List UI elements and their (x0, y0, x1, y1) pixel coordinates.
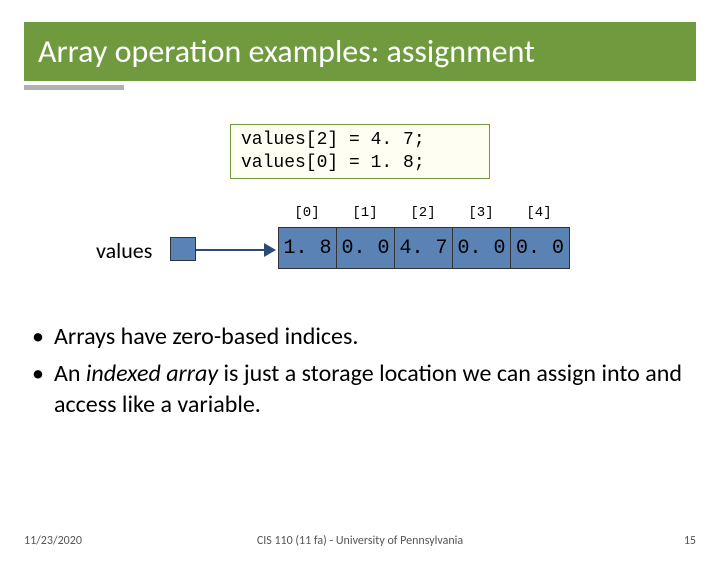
footer-source: CIS 110 (11 fa) - University of Pennsylv… (257, 534, 463, 548)
arrow-head-icon (264, 243, 276, 257)
bullet-text: Arrays have zero-based indices. (54, 322, 358, 351)
array-cell: 0. 0 (337, 228, 395, 268)
index-label: [4] (510, 205, 568, 221)
bullet-item: An indexed array is just a storage locat… (32, 358, 688, 420)
array-cell: 0. 0 (453, 228, 511, 268)
index-label: [3] (452, 205, 510, 221)
variable-box (170, 237, 196, 261)
bullet-italic: indexed array (86, 359, 218, 388)
index-label: [2] (394, 205, 452, 221)
array-cell: 1. 8 (279, 228, 337, 268)
bullet-list: Arrays have zero-based indices. An index… (32, 321, 688, 421)
slide-title: Array operation examples: assignment (38, 32, 682, 71)
footer-page-number: 15 (684, 534, 696, 548)
cells-row: 1. 8 0. 0 4. 7 0. 0 0. 0 (278, 227, 570, 269)
bullet-item: Arrays have zero-based indices. (32, 321, 688, 352)
title-underline (24, 85, 124, 90)
footer-date: 11/23/2020 (24, 534, 82, 548)
index-label: [0] (278, 205, 336, 221)
title-bar: Array operation examples: assignment (24, 22, 696, 81)
bullet-text: An (54, 359, 86, 388)
array-cell: 0. 0 (511, 228, 569, 268)
slide: Array operation examples: assignment val… (0, 22, 720, 562)
footer: 11/23/2020 CIS 110 (11 fa) - University … (0, 534, 720, 548)
code-line: values[2] = 4. 7; (241, 129, 479, 152)
index-row: [0] [1] [2] [3] [4] (278, 205, 568, 221)
arrow-line (196, 249, 268, 251)
array-diagram: values [0] [1] [2] [3] [4] 1. 8 0. 0 4. … (0, 197, 720, 287)
variable-label: values (96, 237, 152, 264)
code-box: values[2] = 4. 7; values[0] = 1. 8; (230, 124, 490, 179)
index-label: [1] (336, 205, 394, 221)
array-cell: 4. 7 (395, 228, 453, 268)
code-line: values[0] = 1. 8; (241, 152, 479, 175)
